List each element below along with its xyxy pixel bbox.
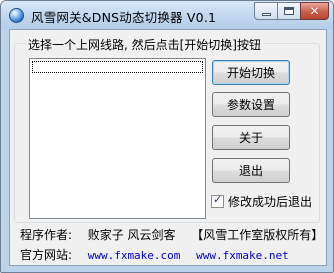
title-bar[interactable]: 风雪网关&DNS动态切换器 V0.1 ✕: [1, 1, 333, 29]
maximize-icon: [284, 7, 294, 15]
app-window: 风雪网关&DNS动态切换器 V0.1 ✕ 选择一个上网线路, 然后点击[开始切换…: [0, 0, 334, 273]
author-label: 程序作者:: [20, 228, 73, 242]
exit-on-success-option[interactable]: 修改成功后退出: [211, 193, 312, 210]
exit-on-success-checkbox[interactable]: [211, 193, 224, 208]
settings-button[interactable]: 参数设置: [212, 92, 290, 117]
minimize-button[interactable]: [254, 2, 278, 20]
group-legend: 选择一个上网线路, 然后点击[开始切换]按钮: [26, 36, 263, 53]
author-line: 程序作者: 败家子 风云剑客 【风雪工作室版权所有】: [20, 226, 323, 243]
website-link-com[interactable]: www.fxmake.com: [88, 249, 181, 262]
exit-button[interactable]: 退出: [212, 158, 290, 183]
line-listbox[interactable]: [29, 58, 206, 219]
about-button[interactable]: 关于: [212, 125, 290, 150]
website-link-net[interactable]: www.fxmake.net: [196, 249, 289, 262]
website-label: 官方网站:: [20, 248, 73, 262]
client-area: 选择一个上网线路, 然后点击[开始切换]按钮 开始切换 参数设置 关于 退出 修…: [9, 29, 327, 266]
start-switch-button[interactable]: 开始切换: [212, 60, 290, 85]
window-title: 风雪网关&DNS动态切换器 V0.1: [31, 10, 217, 25]
exit-on-success-label: 修改成功后退出: [228, 195, 313, 209]
close-icon: ✕: [309, 4, 320, 18]
globe-icon: [9, 8, 24, 23]
website-line: 官方网站: www.fxmake.com www.fxmake.net: [20, 246, 289, 263]
close-button[interactable]: ✕: [300, 2, 329, 20]
list-focus-rect: [32, 61, 203, 73]
minimize-icon: [261, 12, 271, 16]
copyright-text: 【风雪工作室版权所有】: [191, 228, 324, 242]
author-names: 败家子 风云剑客: [87, 228, 176, 242]
maximize-button[interactable]: [277, 2, 301, 20]
